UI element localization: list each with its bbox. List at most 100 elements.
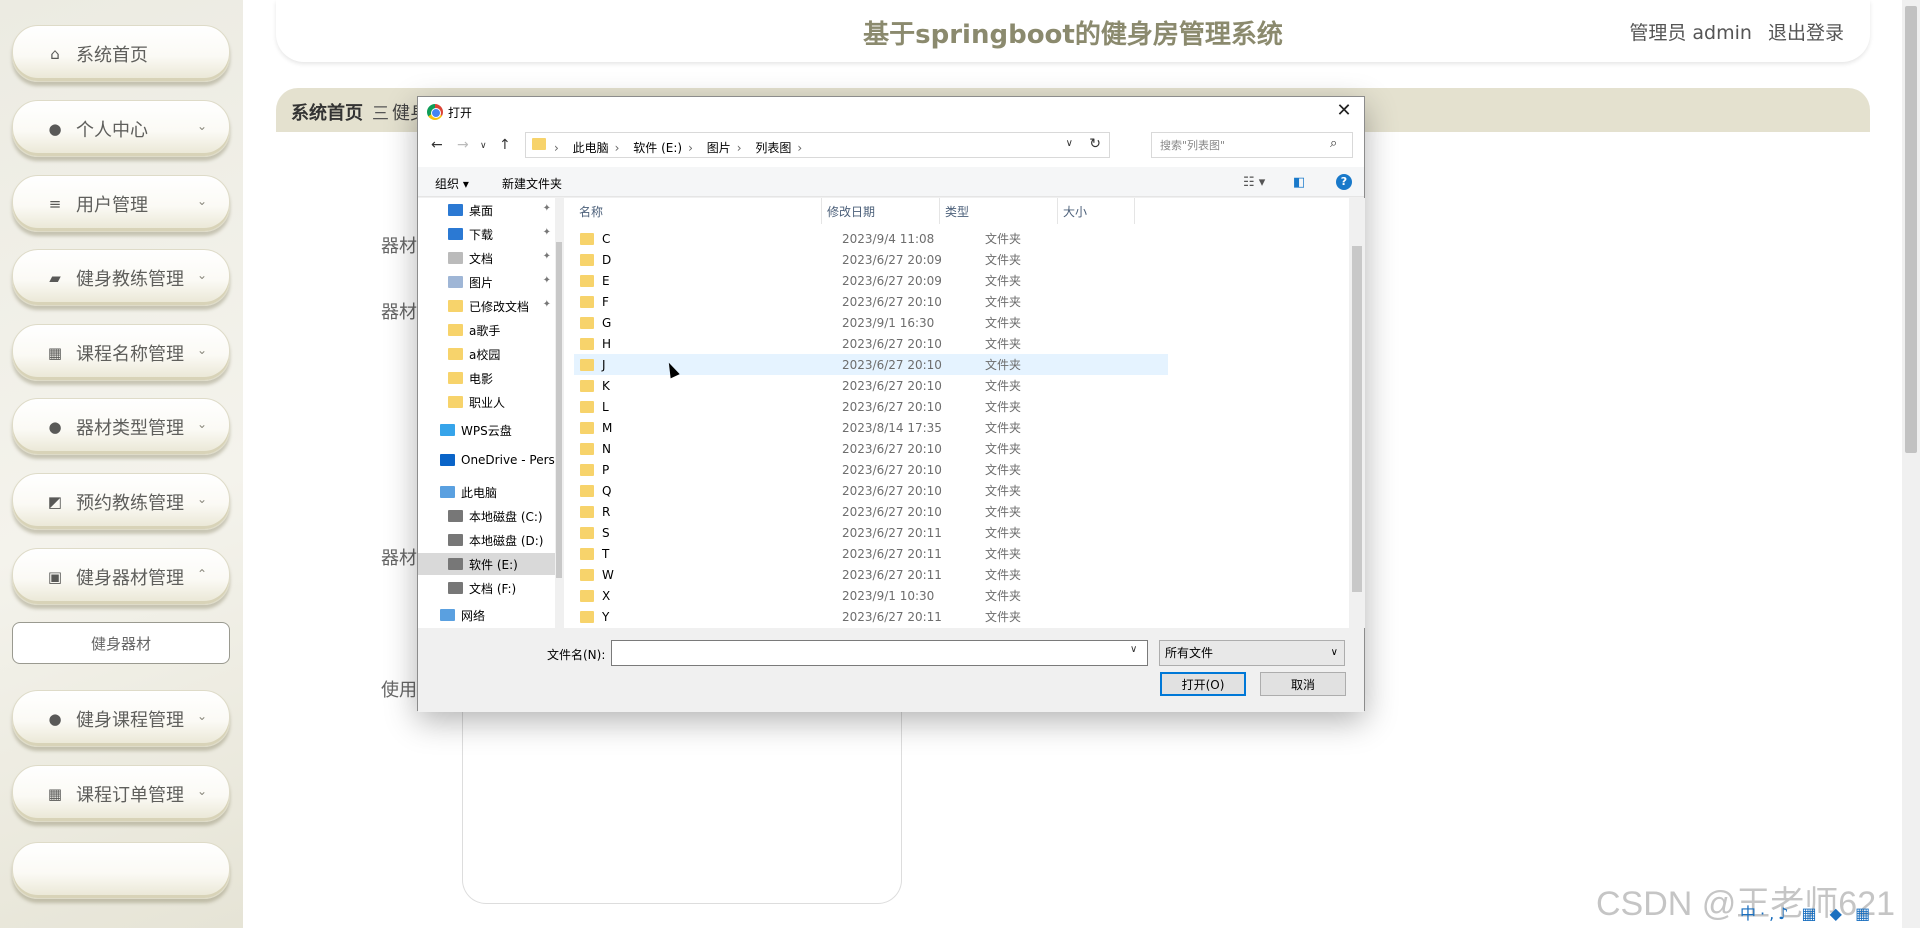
nav-tree-item[interactable]: 图片 ✦ [418,271,555,293]
file-row[interactable]: R 2023/6/27 20:10 文件夹 [574,501,1168,522]
scrollbar-thumb[interactable] [1352,246,1362,592]
breadcrumb-home[interactable]: 系统首页 [291,99,363,125]
file-row[interactable]: N 2023/6/27 20:10 文件夹 [574,438,1168,459]
file-row[interactable]: L 2023/6/27 20:10 文件夹 [574,396,1168,417]
nav-tree-item[interactable]: 文档 (F:) [418,577,555,599]
help-icon[interactable]: ? [1336,174,1352,190]
sidebar-item[interactable] [12,842,230,899]
file-date: 2023/9/4 11:08 [842,231,935,246]
search-input[interactable] [1151,132,1353,158]
search-icon[interactable]: ⌕ [1330,136,1337,151]
file-row[interactable]: M 2023/8/14 17:35 文件夹 [574,417,1168,438]
file-row[interactable]: D 2023/6/27 20:09 文件夹 [574,249,1168,270]
sidebar-item-label: 课程名称管理 [76,343,184,365]
logout-link[interactable]: 退出登录 [1768,22,1844,44]
cancel-button[interactable]: 取消 [1260,672,1346,696]
cloud-icon [440,424,455,436]
nav-tree-item[interactable]: 本地磁盘 (D:) [418,529,555,551]
nav-tree-item[interactable]: 文档 ✦ [418,247,555,269]
nav-tree-item[interactable]: 软件 (E:) [418,553,555,575]
file-row[interactable]: Y 2023/6/27 20:11 文件夹 [574,606,1168,627]
navigation-scrollbar[interactable] [555,198,563,628]
sidebar-item[interactable]: ◩ 预约教练管理 ⌄ [12,473,230,530]
sidebar-item[interactable]: ● 个人中心 ⌄ [12,100,230,157]
forward-arrow-icon[interactable]: → [457,137,469,153]
file-row[interactable]: C 2023/9/4 11:08 文件夹 [574,228,1168,249]
column-header-size[interactable]: 大小 [1058,198,1135,224]
sidebar-item[interactable]: ▣ 健身器材管理 ⌃ [12,548,230,605]
sidebar-item[interactable]: ⌂ 系统首页 [12,25,230,82]
nav-tree-item[interactable]: 桌面 ✦ [418,199,555,221]
file-row[interactable]: E 2023/6/27 20:09 文件夹 [574,270,1168,291]
back-arrow-icon[interactable]: ← [431,137,443,153]
close-icon[interactable]: ✕ [1332,100,1356,121]
file-row[interactable]: X 2023/9/1 10:30 文件夹 [574,585,1168,606]
sidebar-item-label: 个人中心 [76,119,148,141]
sidebar-item[interactable]: ● 器材类型管理 ⌄ [12,398,230,455]
nav-tree-item[interactable]: OneDrive - Pers [418,449,555,471]
nav-tree-label: 文档 (F:) [469,581,517,596]
path-segment[interactable]: 此电脑 [573,141,609,155]
file-row[interactable]: H 2023/6/27 20:10 文件夹 [574,333,1168,354]
page-scrollbar[interactable] [1902,0,1920,928]
file-row[interactable]: F 2023/6/27 20:10 文件夹 [574,291,1168,312]
view-options-icon[interactable]: ☷ ▾ [1243,175,1265,190]
file-type: 文件夹 [985,589,1022,603]
recent-dropdown-icon[interactable]: ∨ [480,141,487,151]
chevron-down-icon[interactable]: ∨ [1066,138,1073,149]
chevron-down-icon[interactable]: ∨ [1130,644,1137,655]
new-folder-button[interactable]: 新建文件夹 [502,175,562,192]
file-row[interactable]: G 2023/9/1 16:30 文件夹 [574,312,1168,333]
nav-tree-item[interactable]: a歌手 [418,319,555,341]
scrollbar-thumb[interactable] [556,242,562,578]
folder-icon [580,526,594,539]
nav-tree-item[interactable]: 电影 [418,367,555,389]
path-segment[interactable]: 图片 [707,141,731,155]
usage-textarea[interactable] [462,690,902,904]
file-row[interactable]: Q 2023/6/27 20:10 文件夹 [574,480,1168,501]
nav-tree-item[interactable]: WPS云盘 [418,419,555,441]
path-segment[interactable]: 软件 (E:) [633,141,682,155]
file-name: H [602,336,612,351]
sidebar-item[interactable]: ▰ 健身教练管理 ⌄ [12,249,230,306]
filename-input[interactable] [611,640,1148,666]
nav-tree-item[interactable]: 下载 ✦ [418,223,555,245]
file-row[interactable]: K 2023/6/27 20:10 文件夹 [574,375,1168,396]
file-row[interactable]: S 2023/6/27 20:11 文件夹 [574,522,1168,543]
path-segment[interactable]: 列表图 [755,141,791,155]
file-type: 文件夹 [985,442,1022,456]
filetype-select[interactable]: 所有文件 ∨ [1159,640,1345,666]
up-arrow-icon[interactable]: ↑ [499,137,511,153]
organize-button[interactable]: 组织 ▾ [435,175,469,192]
sidebar-subitem[interactable]: 健身器材 [12,622,230,664]
nav-tree-item[interactable]: a校园 [418,343,555,365]
file-row[interactable]: W 2023/6/27 20:11 文件夹 [574,564,1168,585]
file-row[interactable]: J 2023/6/27 20:10 文件夹 [574,354,1168,375]
open-button[interactable]: 打开(O) [1160,672,1246,696]
chrome-icon [427,104,443,120]
sidebar-item[interactable]: ▦ 课程订单管理 ⌄ [12,765,230,822]
refresh-icon[interactable]: ↻ [1089,136,1101,152]
file-type: 文件夹 [985,547,1022,561]
sidebar-item-label: 健身教练管理 [76,268,184,290]
file-row[interactable]: P 2023/6/27 20:10 文件夹 [574,459,1168,480]
nav-tree-item[interactable]: 此电脑 [418,481,555,503]
column-header-name[interactable]: 名称 [564,198,822,224]
nav-tree-item[interactable]: 已修改文档 ✦ [418,295,555,317]
sidebar-item[interactable]: ≡ 用户管理 ⌄ [12,175,230,232]
column-header-type[interactable]: 类型 [940,198,1058,224]
file-list-scrollbar[interactable] [1349,198,1365,628]
picture-icon [448,276,463,288]
nav-tree-item[interactable]: 网络 [418,604,555,626]
sidebar-item[interactable]: ● 健身课程管理 ⌄ [12,690,230,747]
sidebar-item[interactable]: ▦ 课程名称管理 ⌄ [12,324,230,381]
nav-tree-item[interactable]: 职业人 [418,391,555,413]
preview-pane-icon[interactable]: ◧ [1293,175,1305,190]
address-bar[interactable]: › 此电脑 › 软件 (E:) › 图片 › 列表图 › ∨ ↻ [525,132,1110,158]
nav-tree-label: 已修改文档 [469,299,530,314]
file-date: 2023/6/27 20:10 [842,441,942,456]
column-header-date[interactable]: 修改日期 [822,198,940,224]
scrollbar-thumb[interactable] [1905,6,1917,453]
file-row[interactable]: T 2023/6/27 20:11 文件夹 [574,543,1168,564]
nav-tree-item[interactable]: 本地磁盘 (C:) [418,505,555,527]
